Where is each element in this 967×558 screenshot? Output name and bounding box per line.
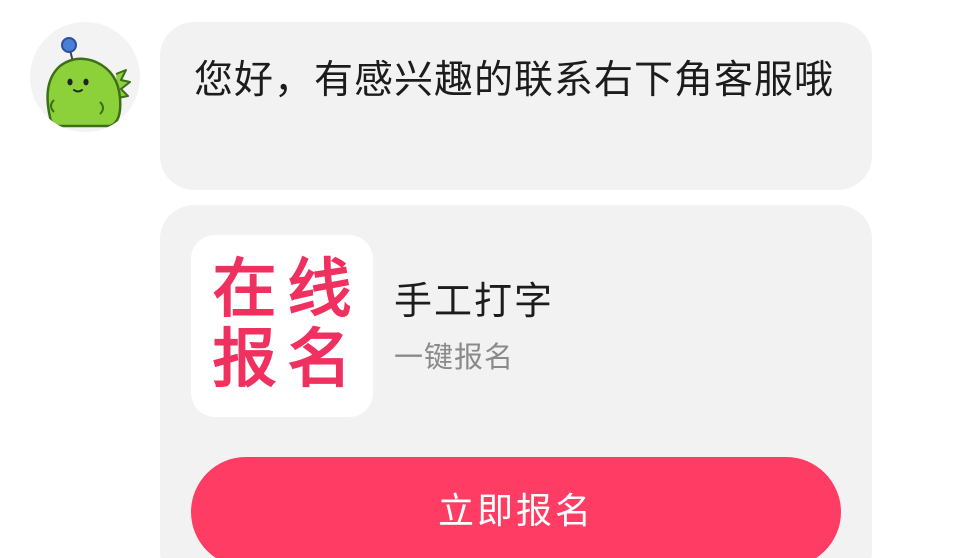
logo-char: 名 [287, 323, 352, 397]
card-subtitle: 一键报名 [394, 340, 515, 374]
logo-char: 在 [212, 253, 277, 327]
logo-text-grid: 在 线 报 名 [207, 255, 357, 395]
registration-card[interactable]: 在 线 报 名 手工打字 一键报名 立即报名 [160, 205, 872, 558]
avatar[interactable] [30, 22, 140, 132]
logo-char: 线 [287, 253, 352, 327]
register-now-button[interactable]: 立即报名 [191, 457, 841, 558]
card-logo: 在 线 报 名 [191, 235, 373, 417]
chat-screen: 您好，有感兴趣的联系右下角客服哦 在 线 报 名 手工打字 一键报名 立即报名 [0, 0, 967, 558]
green-dinosaur-avatar-icon [46, 37, 131, 128]
logo-char: 报 [212, 323, 277, 397]
card-title: 手工打字 [394, 279, 555, 323]
message-text: 您好，有感兴趣的联系右下角客服哦 [194, 58, 835, 103]
message-bubble[interactable]: 您好，有感兴趣的联系右下角客服哦 [160, 22, 872, 190]
